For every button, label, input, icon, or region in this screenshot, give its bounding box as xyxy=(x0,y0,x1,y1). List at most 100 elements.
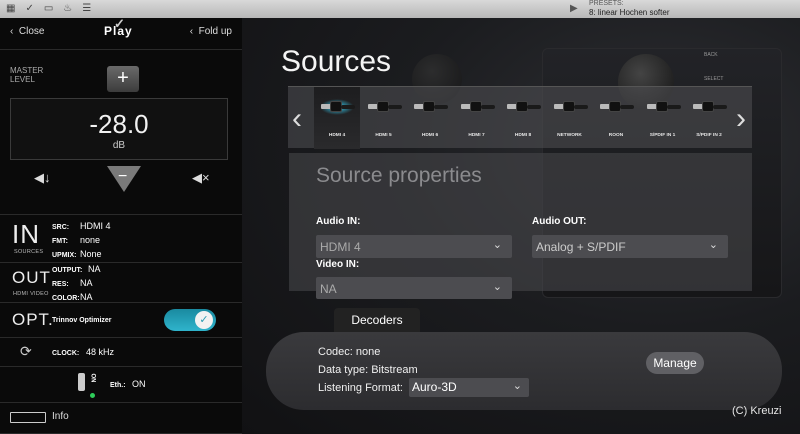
chevron-down-icon: ⌄ xyxy=(512,380,522,392)
image-icon[interactable]: ▭ xyxy=(44,3,53,14)
inputs-values: SRC: HDMI 4 FMT: none UPMIX: None xyxy=(52,220,111,262)
source-properties-panel: Source properties Audio IN: HDMI 4 ⌄ Aud… xyxy=(289,153,752,299)
data-type-text: Data type: Bitstream xyxy=(318,364,418,376)
eth-status-dot xyxy=(90,393,95,398)
clock-values: CLOCK: 48 kHz xyxy=(52,346,114,360)
source-item[interactable]: NETWORK xyxy=(547,87,593,149)
close-button[interactable]: ‹ Close xyxy=(10,26,44,37)
mute-icon[interactable]: ◀× xyxy=(192,170,210,186)
source-item[interactable]: S/PDIF IN 2 xyxy=(686,87,732,149)
video-in-label: Video IN: xyxy=(316,259,360,270)
info-section[interactable]: Info xyxy=(0,403,242,434)
bell-icon[interactable]: ♨ xyxy=(63,3,72,14)
output-value: NA xyxy=(88,264,101,274)
inputs-section[interactable]: IN SOURCES SRC: HDMI 4 FMT: none UPMIX: Non… xyxy=(0,215,242,263)
audio-out-value: Analog + S/PDIF xyxy=(536,240,626,254)
source-label: S/PDIF IN 1 xyxy=(649,133,676,138)
audio-in-label: Audio IN: xyxy=(316,216,361,227)
fold-up-label: Fold up xyxy=(198,26,232,37)
eth-on-text: ON xyxy=(89,373,96,383)
play-icon: ▶ xyxy=(570,3,578,14)
source-properties-heading: Source properties xyxy=(316,164,482,187)
hw-back-label: BACK xyxy=(704,52,718,58)
volume-unit: dB xyxy=(112,140,126,151)
listening-format-value: Auro-3D xyxy=(412,380,457,394)
master-volume-panel: MASTER LEVEL + -28.0 dB ◀↓ − ◀× xyxy=(0,50,242,215)
hdmi-plug-icon xyxy=(366,97,402,115)
eth-label: Eth.: xyxy=(110,382,126,389)
audio-in-select[interactable]: HDMI 4 ⌄ xyxy=(316,235,512,258)
source-item[interactable]: HDMI 5 xyxy=(361,87,407,149)
outputs-section[interactable]: OUT HDMI VIDEO OUTPUT: NA RES: NA COLOR:NA xyxy=(0,263,242,303)
video-in-select[interactable]: NA ⌄ xyxy=(316,277,512,299)
source-item[interactable]: HDMI 8 xyxy=(500,87,546,149)
audio-out-select[interactable]: Analog + S/PDIF ⌄ xyxy=(532,235,728,258)
hdmi-plug-icon xyxy=(691,97,727,115)
carousel-prev-icon[interactable]: ‹ xyxy=(292,102,302,136)
source-item[interactable]: ROON xyxy=(593,87,639,149)
master-level-label: MASTER LEVEL xyxy=(10,66,44,84)
chevron-down-icon: ⌄ xyxy=(708,239,718,251)
decoders-tab[interactable]: Decoders xyxy=(334,308,420,332)
source-item[interactable]: HDMI 7 xyxy=(454,87,500,149)
chevron-down-icon: ⌄ xyxy=(492,239,502,251)
fmt-value: none xyxy=(80,235,101,245)
hdmi-plug-icon xyxy=(412,97,448,115)
volume-down-button[interactable]: − xyxy=(107,166,141,192)
source-label: HDMI 6 xyxy=(421,133,439,138)
codec-text: Codec: none xyxy=(318,346,381,358)
source-label: NETWORK xyxy=(557,133,582,138)
src-label: SRC: xyxy=(52,224,70,231)
clock-section: ⟳ CLOCK: 48 kHz xyxy=(0,338,242,367)
volume-down-speaker-icon[interactable]: ◀↓ xyxy=(34,170,51,186)
listening-format-label: Listening Format: xyxy=(318,382,403,394)
main-panel: BACK SELECT Sources HDMI 4 HDMI 5 HDMI 6 HD… xyxy=(242,18,800,434)
top-toolbar-icons: ▦ ✓ ▭ ♨ ☰ xyxy=(6,3,91,14)
eth-value: ON xyxy=(132,379,146,389)
sidebar: ‹ Close ✓ Play ‹ Fold up MASTER LEVEL + -… xyxy=(0,16,242,434)
outputs-heading: OUT xyxy=(12,268,51,287)
hdmi-plug-icon xyxy=(459,97,495,115)
optimizer-toggle[interactable]: ✓ xyxy=(164,309,216,331)
check-icon[interactable]: ✓ xyxy=(25,3,33,14)
video-in-value: NA xyxy=(320,282,337,296)
ethernet-section: ON Eth.: ON xyxy=(0,367,242,403)
source-item[interactable]: S/PDIF IN 1 xyxy=(640,87,686,149)
fold-up-button[interactable]: ‹ Fold up xyxy=(190,26,232,37)
source-item[interactable]: HDMI 6 xyxy=(407,87,453,149)
sync-icon: ⟳ xyxy=(20,343,32,359)
volume-value: -28.0 xyxy=(89,109,149,139)
inputs-heading: IN xyxy=(12,219,40,249)
volume-up-button[interactable]: + xyxy=(107,66,139,92)
audio-out-label: Audio OUT: xyxy=(532,216,587,227)
eth-values: Eth.: ON xyxy=(110,378,146,392)
chevron-down-icon: ⌄ xyxy=(492,281,502,293)
hdmi-plug-icon xyxy=(552,97,588,115)
optimizer-label: Trinnov Optimizer xyxy=(52,317,112,324)
info-label: Info xyxy=(52,411,69,422)
color-value: NA xyxy=(80,292,93,302)
presets-label: PRESETS: xyxy=(589,0,624,7)
output-label: OUTPUT: xyxy=(52,267,83,274)
optimizer-heading: OPT. xyxy=(12,310,54,329)
hdmi-plug-icon xyxy=(319,97,355,115)
hw-select-label: SELECT xyxy=(704,76,724,82)
logo-check-icon: ✓ xyxy=(114,16,126,31)
source-label: HDMI 8 xyxy=(514,133,532,138)
manage-button[interactable]: Manage xyxy=(646,352,704,374)
src-value: HDMI 4 xyxy=(80,221,111,231)
list-icon[interactable]: ☰ xyxy=(82,3,91,14)
toggle-check-icon: ✓ xyxy=(195,311,213,329)
menu-icon[interactable]: ▦ xyxy=(6,3,15,14)
close-label: Close xyxy=(18,26,45,37)
source-item[interactable]: HDMI 4 xyxy=(314,87,360,149)
listening-format-select[interactable]: Auro-3D ⌄ xyxy=(409,378,529,397)
source-label: ROON xyxy=(608,133,624,138)
source-label: HDMI 7 xyxy=(468,133,485,138)
carousel-next-icon[interactable]: › xyxy=(736,102,746,136)
outputs-values: OUTPUT: NA RES: NA COLOR:NA xyxy=(52,263,101,305)
upmix-label: UPMIX: xyxy=(52,252,77,259)
res-label: RES: xyxy=(52,281,69,288)
play-logo: ✓ Play xyxy=(104,16,133,38)
source-label: S/PDIF IN 2 xyxy=(696,133,722,138)
